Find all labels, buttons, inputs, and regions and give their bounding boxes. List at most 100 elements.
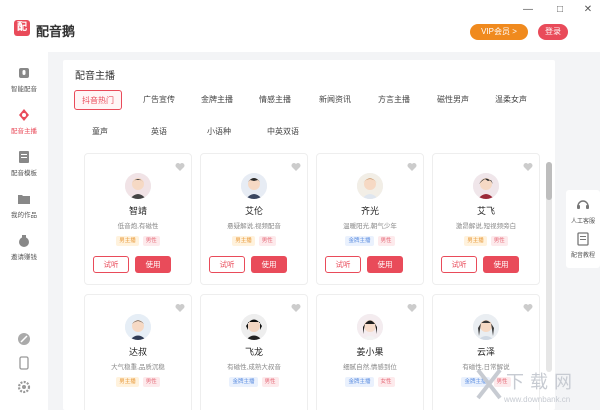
anchor-name: 齐光: [360, 206, 379, 216]
watermark-logo-icon: [476, 368, 502, 400]
scrollbar[interactable]: [546, 162, 552, 372]
tab-dialect[interactable]: 方言主播: [368, 90, 420, 110]
tag: 男性: [377, 236, 395, 246]
avatar: [473, 314, 499, 340]
title-bar: 配 配音鹅 — □ ✕ VIP会员 > 登录: [0, 0, 600, 52]
tab-gentle-female[interactable]: 温柔女声: [485, 90, 537, 110]
right-panel: 人工客服 配音教程: [566, 190, 600, 268]
sidebar-item-invite[interactable]: 邀请赚钱: [0, 234, 48, 274]
tag: 男主播: [232, 236, 255, 246]
tag: 男主播: [116, 377, 139, 387]
tag: 男性: [142, 236, 160, 246]
tab-news[interactable]: 新闻资讯: [309, 90, 361, 110]
heart-icon[interactable]: [291, 303, 301, 313]
anchor-tags: 男主播 男性: [85, 236, 191, 246]
avatar: [241, 314, 267, 340]
watermark: 下载网 www.downbank.cn: [476, 364, 596, 408]
tab-english[interactable]: 英语: [137, 122, 181, 142]
heart-icon[interactable]: [291, 162, 301, 172]
avatar: [125, 314, 151, 340]
tag: 金牌主播: [345, 236, 374, 246]
heart-icon[interactable]: [175, 162, 185, 172]
anchor-desc: 有磁性,成熟大叔音: [227, 364, 281, 371]
anchor-desc: 激昂解说,短视频旁白: [455, 223, 517, 230]
tag: 金牌主播: [229, 377, 258, 387]
scroll-thumb[interactable]: [546, 162, 552, 200]
listen-button[interactable]: 试听: [209, 256, 245, 273]
anchor-desc: 大气稳重,品质沉稳: [111, 364, 165, 371]
tag: 男主播: [464, 236, 487, 246]
avatar: [357, 314, 383, 340]
close-button[interactable]: ✕: [580, 4, 596, 16]
vip-button[interactable]: VIP会员 >: [470, 24, 528, 40]
listen-button[interactable]: 试听: [325, 256, 361, 273]
sidebar-item-smart-dub[interactable]: 智能配音: [0, 66, 48, 106]
anchor-desc: 低音炮,有磁性: [117, 223, 159, 230]
heart-icon[interactable]: [523, 303, 533, 313]
watermark-url: www.downbank.cn: [504, 395, 571, 404]
tab-magnetic-male[interactable]: 磁性男声: [427, 90, 479, 110]
tutorial-label: 配音教程: [570, 253, 595, 259]
maximize-button[interactable]: □: [552, 4, 568, 16]
template-icon: [19, 151, 29, 163]
anchor-desc: 细腻自然,情感到位: [343, 364, 397, 371]
tutorial-button[interactable]: 配音教程: [566, 232, 600, 259]
heart-icon[interactable]: [523, 162, 533, 172]
tag: 男性: [261, 377, 279, 387]
tab-bilingual[interactable]: 中英双语: [257, 122, 309, 142]
use-button[interactable]: 使用: [135, 256, 171, 273]
use-button[interactable]: 使用: [367, 256, 403, 273]
anchor-name: 智靖: [128, 206, 147, 216]
heart-icon[interactable]: [175, 303, 185, 313]
anchor-name: 飞龙: [244, 347, 263, 357]
customer-service-button[interactable]: 人工客服: [566, 198, 600, 225]
anchor-card[interactable]: 智靖 低音炮,有磁性 男主播 男性 试听 使用: [84, 153, 192, 285]
folder-icon: [18, 195, 30, 204]
heart-icon[interactable]: [407, 162, 417, 172]
app-title: 配音鹅: [36, 24, 76, 39]
main-panel: 配音主播 抖音热门 广告宣传 金牌主播 情感主播 新闻资讯 方言主播 磁性男声 …: [63, 60, 555, 410]
anchor-name: 艾伦: [244, 206, 263, 216]
use-button[interactable]: 使用: [483, 256, 519, 273]
sidebar-item-my-works[interactable]: 我的作品: [0, 192, 48, 232]
phone-icon[interactable]: [17, 356, 31, 370]
tag: 男性: [258, 236, 276, 246]
anchor-tags: 金牌主播 男性: [201, 377, 307, 387]
anchor-card[interactable]: 飞龙 有磁性,成熟大叔音 金牌主播 男性: [200, 294, 308, 410]
tag: 女性: [377, 377, 395, 387]
anchor-name: 姜小果: [356, 347, 384, 357]
tab-child[interactable]: 童声: [78, 122, 122, 142]
anchor-tags: 男主播 男性: [433, 236, 539, 246]
sidebar-item-label: 我的作品: [11, 212, 37, 219]
sidebar-item-label: 配音模板: [11, 170, 37, 177]
anchor-desc: 悬疑解说,视频配音: [227, 223, 281, 230]
listen-button[interactable]: 试听: [441, 256, 477, 273]
tab-advertising[interactable]: 广告宣传: [133, 90, 185, 110]
anchor-card[interactable]: 姜小果 细腻自然,情感到位 金牌主播 女性: [316, 294, 424, 410]
minimize-button[interactable]: —: [520, 4, 536, 16]
tag: 男主播: [116, 236, 139, 246]
anchor-icon: [19, 109, 29, 121]
listen-button[interactable]: 试听: [93, 256, 129, 273]
tab-gold-anchor[interactable]: 金牌主播: [191, 90, 243, 110]
anchor-name: 艾飞: [476, 206, 495, 216]
sidebar-item-anchors[interactable]: 配音主播: [0, 108, 48, 148]
link-icon[interactable]: [17, 332, 31, 346]
anchor-card[interactable]: 艾飞 激昂解说,短视频旁白 男主播 男性 试听 使用: [432, 153, 540, 285]
anchor-desc: 温暖阳光,朝气少年: [343, 223, 397, 230]
anchor-card[interactable]: 达叔 大气稳重,品质沉稳 男主播 男性: [84, 294, 192, 410]
tab-minor-language[interactable]: 小语种: [197, 122, 241, 142]
anchor-name: 达叔: [128, 347, 147, 357]
use-button[interactable]: 使用: [251, 256, 287, 273]
gear-icon[interactable]: [17, 380, 31, 394]
tab-emotional[interactable]: 情感主播: [249, 90, 301, 110]
anchor-card[interactable]: 齐光 温暖阳光,朝气少年 金牌主播 男性 试听 使用: [316, 153, 424, 285]
login-button[interactable]: 登录: [538, 24, 568, 40]
sidebar-item-templates[interactable]: 配音模板: [0, 150, 48, 190]
tab-douyin-hot[interactable]: 抖音热门: [74, 90, 122, 110]
avatar: [473, 173, 499, 199]
heart-icon[interactable]: [407, 303, 417, 313]
avatar: [241, 173, 267, 199]
anchor-card[interactable]: 艾伦 悬疑解说,视频配音 男主播 男性 试听 使用: [200, 153, 308, 285]
headset-icon: [577, 200, 589, 209]
